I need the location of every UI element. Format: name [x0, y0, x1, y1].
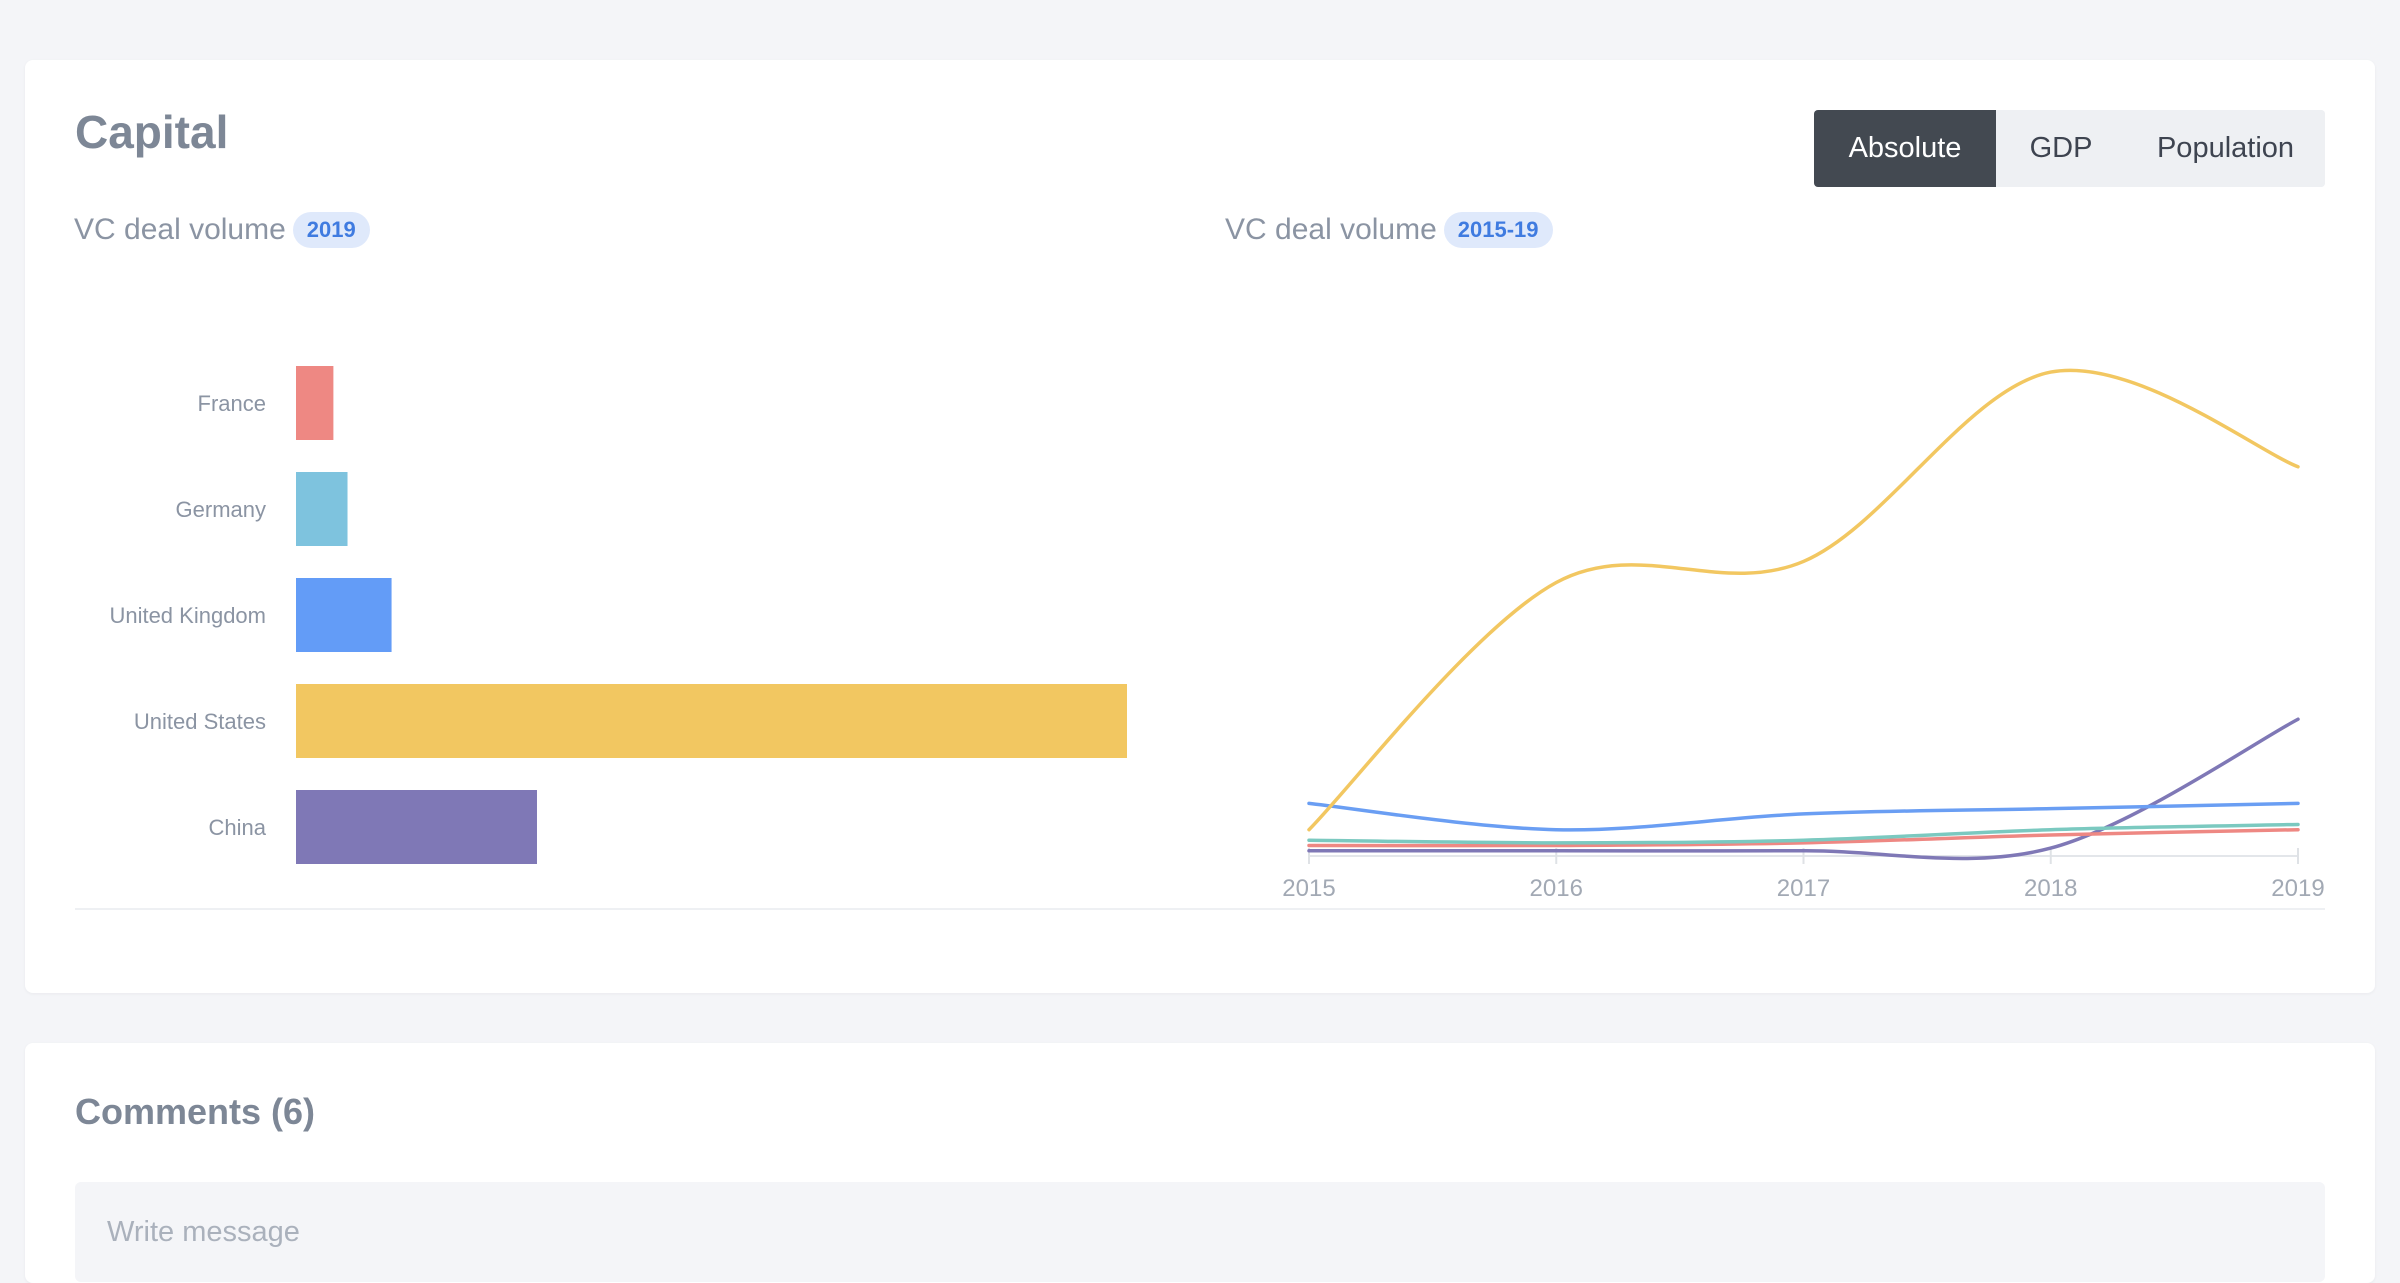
bar-chart-heading: VC deal volume 2019: [74, 212, 370, 248]
bar-label-united-states: United States: [134, 709, 266, 734]
bar-label-france: France: [198, 391, 266, 416]
comments-title: Comments (6): [75, 1091, 316, 1132]
x-tick-label-2015: 2015: [1282, 875, 1335, 902]
bar-label-germany: Germany: [176, 497, 266, 522]
section-divider: [75, 908, 2325, 910]
x-tick-label-2016: 2016: [1530, 875, 1583, 902]
line-chart-year-badge: 2015-19: [1443, 212, 1553, 248]
bar-chart-year-badge: 2019: [292, 212, 370, 248]
bar-china[interactable]: [296, 790, 537, 864]
bar-label-united-kingdom: United Kingdom: [109, 603, 266, 628]
bar-chart: France Germany United Kingdom United States…: [109, 366, 1127, 864]
bar-united-kingdom[interactable]: [296, 578, 392, 652]
bar-chart-heading-text: VC deal volume: [74, 213, 286, 246]
capital-title: Capital: [75, 106, 229, 158]
metric-toggle-group: Absolute GDP Population: [1814, 110, 2325, 187]
bar-germany[interactable]: [296, 472, 348, 546]
line-series-1[interactable]: [1307, 368, 2300, 832]
line-chart-heading-text: VC deal volume: [1225, 213, 1437, 246]
line-chart: 2015 2016 2017 2018 2019: [1282, 368, 2325, 902]
bar-united-states[interactable]: [296, 684, 1127, 758]
x-tick-label-2017: 2017: [1777, 875, 1830, 902]
line-chart-heading: VC deal volume 2015-19: [1225, 212, 1553, 248]
x-tick-label-2019: 2019: [2271, 875, 2324, 902]
bar-france[interactable]: [296, 366, 334, 440]
x-tick-label-2018: 2018: [2024, 875, 2077, 902]
population-toggle-button[interactable]: Population: [2126, 110, 2325, 187]
x-axis: 2015 2016 2017 2018 2019: [1282, 848, 2325, 902]
capital-card: Capital Absolute GDP Population VC deal …: [25, 60, 2375, 993]
bar-label-china: China: [209, 815, 267, 840]
line-series-5[interactable]: [1307, 717, 2300, 861]
comments-card: Comments (6): [25, 1043, 2375, 1283]
message-input[interactable]: [75, 1182, 2325, 1282]
absolute-toggle-button[interactable]: Absolute: [1814, 110, 1996, 187]
gdp-toggle-button[interactable]: GDP: [1996, 110, 2126, 187]
